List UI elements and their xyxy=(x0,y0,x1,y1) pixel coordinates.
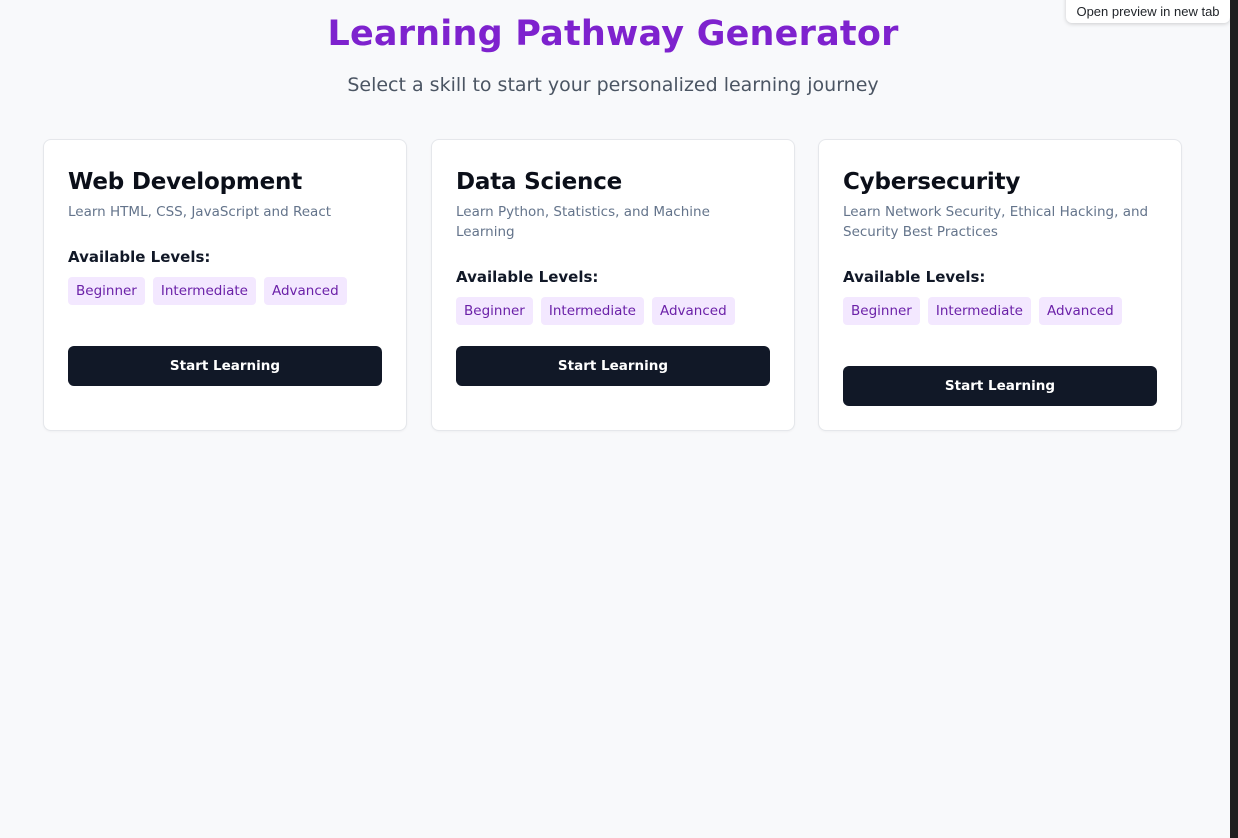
level-badge-beginner: Beginner xyxy=(456,297,533,325)
level-badge-advanced: Advanced xyxy=(651,297,735,325)
levels-label: Available Levels: xyxy=(843,268,986,286)
start-learning-button[interactable]: Start Learning xyxy=(843,366,1157,406)
card-title: Cybersecurity xyxy=(843,169,1021,195)
level-badge-intermediate: Intermediate xyxy=(540,297,644,325)
window-edge xyxy=(1230,0,1238,838)
skill-card-data-science: Data Science Learn Python, Statistics, a… xyxy=(431,139,795,431)
level-badges: Beginner Intermediate Advanced xyxy=(68,277,382,305)
start-learning-button[interactable]: Start Learning xyxy=(456,346,770,386)
skill-card-cybersecurity: Cybersecurity Learn Network Security, Et… xyxy=(818,139,1182,431)
level-badges: Beginner Intermediate Advanced xyxy=(843,297,1157,325)
card-description: Learn Python, Statistics, and Machine Le… xyxy=(456,204,710,240)
level-badge-intermediate: Intermediate xyxy=(152,277,256,305)
page: Open preview in new tab Learning Pathway… xyxy=(0,0,1230,838)
skill-card-web-development: Web Development Learn HTML, CSS, JavaScr… xyxy=(43,139,407,431)
page-subtitle: Select a skill to start your personalize… xyxy=(347,74,879,96)
card-description: Learn HTML, CSS, JavaScript and React xyxy=(68,204,332,220)
levels-label: Available Levels: xyxy=(68,248,211,266)
card-description: Learn Network Security, Ethical Hacking,… xyxy=(843,204,1149,240)
page-title: Learning Pathway Generator xyxy=(327,14,899,54)
level-badge-advanced: Advanced xyxy=(1038,297,1122,325)
level-badge-beginner: Beginner xyxy=(843,297,920,325)
level-badge-beginner: Beginner xyxy=(68,277,145,305)
level-badges: Beginner Intermediate Advanced xyxy=(456,297,770,325)
card-title: Web Development xyxy=(68,169,302,195)
levels-label: Available Levels: xyxy=(456,268,599,286)
level-badge-advanced: Advanced xyxy=(263,277,347,305)
level-badge-intermediate: Intermediate xyxy=(927,297,1031,325)
card-title: Data Science xyxy=(456,169,623,195)
start-learning-button[interactable]: Start Learning xyxy=(68,346,382,386)
